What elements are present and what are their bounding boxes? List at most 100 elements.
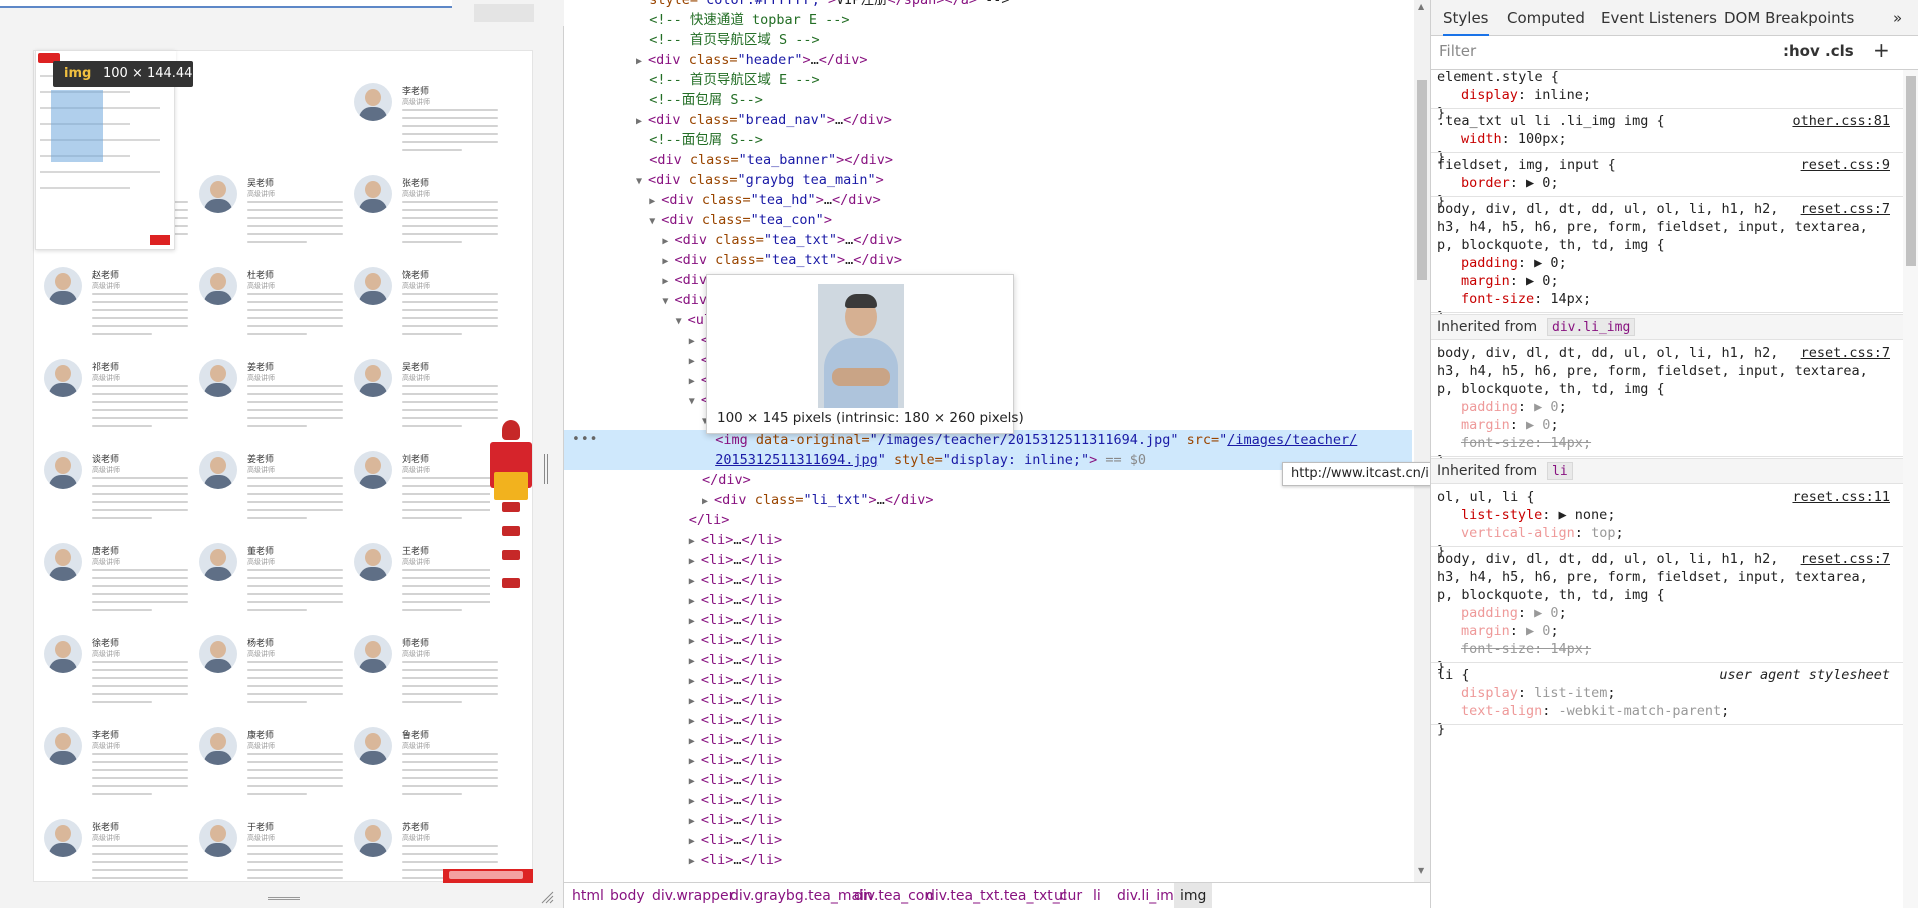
expand-triangle-icon[interactable]: ▶: [636, 116, 648, 127]
styles-scrollbar[interactable]: [1903, 70, 1918, 908]
selected-node-dots[interactable]: •••: [572, 430, 598, 450]
property-name[interactable]: list-style: [1461, 507, 1542, 523]
teacher-card[interactable]: 唐老师 高级讲师: [44, 543, 196, 627]
expand-triangle-icon[interactable]: ▶: [689, 816, 701, 827]
styles-pane[interactable]: Styles Computed Event Listeners DOM Breakpo…: [1430, 0, 1918, 908]
property-name[interactable]: width: [1461, 131, 1502, 147]
expand-triangle-icon[interactable]: ▶: [689, 556, 701, 567]
expand-triangle-icon[interactable]: ▶: [689, 796, 701, 807]
new-rule-icon[interactable]: +: [1873, 38, 1890, 62]
teacher-card[interactable]: 吴老师 高级讲师: [354, 359, 506, 443]
property-value[interactable]: ▶ 0: [1534, 605, 1558, 621]
property-name[interactable]: display: [1461, 87, 1518, 103]
teacher-card[interactable]: 谈老师 高级讲师: [44, 451, 196, 535]
breadcrumb-item[interactable]: img: [1174, 883, 1213, 908]
inherited-selector[interactable]: div.li_img: [1547, 318, 1636, 336]
teacher-card[interactable]: 王老师 高级讲师: [354, 543, 506, 627]
tab-computed[interactable]: Computed: [1507, 0, 1585, 36]
rule-source[interactable]: reset.css:7: [1801, 550, 1890, 568]
expand-triangle-icon[interactable]: ▶: [689, 576, 701, 587]
vertical-resizer[interactable]: [544, 454, 548, 484]
expand-triangle-icon[interactable]: ▶: [689, 356, 701, 367]
property-value[interactable]: 14px: [1550, 435, 1583, 451]
teacher-card[interactable]: 刘老师 高级讲师: [354, 451, 506, 535]
expand-triangle-icon[interactable]: ▶: [689, 716, 701, 727]
property-name[interactable]: border: [1461, 175, 1510, 191]
property-value[interactable]: inline: [1534, 87, 1583, 103]
breadcrumb-item[interactable]: div.li_img: [1117, 883, 1183, 908]
expand-triangle-icon[interactable]: ▶: [662, 256, 674, 267]
scroll-thumb[interactable]: [1417, 80, 1427, 280]
teacher-card[interactable]: 张老师 高级讲师: [44, 819, 196, 881]
breadcrumb-item[interactable]: ul: [1054, 883, 1067, 908]
teacher-card[interactable]: 姜老师 高级讲师: [199, 451, 351, 535]
teacher-card[interactable]: 康老师 高级讲师: [199, 727, 351, 811]
teacher-card[interactable]: 赵老师 高级讲师: [44, 267, 196, 351]
inherited-selector[interactable]: li: [1547, 462, 1573, 480]
property-value[interactable]: ▶ 0: [1534, 255, 1558, 271]
property-name[interactable]: font-size: [1461, 435, 1534, 451]
promo-badge[interactable]: [490, 442, 532, 500]
expand-triangle-icon[interactable]: ▶: [689, 736, 701, 747]
tab-styles[interactable]: Styles: [1443, 0, 1489, 36]
expand-triangle-icon[interactable]: ▶: [689, 336, 701, 347]
floating-side-widget[interactable]: [490, 420, 532, 630]
expand-triangle-icon[interactable]: ▼: [649, 216, 661, 227]
headset-icon[interactable]: [502, 502, 520, 512]
property-name[interactable]: font-size: [1461, 641, 1534, 657]
expand-triangle-icon[interactable]: ▶: [689, 676, 701, 687]
expand-triangle-icon[interactable]: ▶: [702, 496, 714, 507]
teacher-card[interactable]: 杜老师 高级讲师: [199, 267, 351, 351]
property-name[interactable]: font-size: [1461, 291, 1534, 307]
property-value[interactable]: ▶ 0: [1526, 273, 1550, 289]
rule-source[interactable]: reset.css:9: [1801, 156, 1890, 174]
expand-triangle-icon[interactable]: ▶: [689, 696, 701, 707]
property-name[interactable]: padding: [1461, 605, 1518, 621]
expand-triangle-icon[interactable]: ▶: [689, 836, 701, 847]
chat-icon[interactable]: [502, 526, 520, 536]
rule-source[interactable]: other.css:81: [1792, 112, 1890, 130]
teacher-card[interactable]: 徐老师 高级讲师: [44, 635, 196, 719]
scroll-down-icon[interactable]: ▼: [1418, 866, 1424, 875]
tab-dom-breakpoints[interactable]: DOM Breakpoints: [1724, 0, 1854, 36]
breadcrumb-item[interactable]: div.graybg.tea_main: [730, 883, 873, 908]
property-value[interactable]: ▶ 0: [1534, 399, 1558, 415]
expand-triangle-icon[interactable]: ▶: [662, 236, 674, 247]
teacher-card[interactable]: 李老师 高级讲师: [44, 727, 196, 811]
teacher-card[interactable]: 于老师 高级讲师: [199, 819, 351, 881]
property-value[interactable]: top: [1591, 525, 1615, 541]
expand-triangle-icon[interactable]: ▼: [676, 316, 688, 327]
rule-source[interactable]: reset.css:7: [1801, 200, 1890, 218]
expand-triangle-icon[interactable]: ▶: [636, 56, 648, 67]
hov-toggle[interactable]: :hov: [1783, 42, 1820, 60]
expand-triangle-icon[interactable]: ▶: [689, 656, 701, 667]
property-name[interactable]: display: [1461, 685, 1518, 701]
breadcrumb-item[interactable]: html: [572, 883, 604, 908]
teacher-card[interactable]: 饶老师 高级讲师: [354, 267, 506, 351]
breadcrumb-item[interactable]: body: [610, 883, 645, 908]
expand-triangle-icon[interactable]: ▶: [689, 756, 701, 767]
property-name[interactable]: vertical-align: [1461, 525, 1575, 541]
horizontal-resizer[interactable]: [268, 897, 300, 900]
property-value[interactable]: 14px: [1550, 291, 1583, 307]
send-button[interactable]: [150, 235, 170, 245]
more-tabs-icon[interactable]: »: [1893, 0, 1902, 36]
teacher-card[interactable]: 张老师 高级讲师: [354, 175, 506, 259]
breadcrumb-item[interactable]: div.wrapper: [652, 883, 734, 908]
expand-triangle-icon[interactable]: ▶: [689, 856, 701, 867]
property-value[interactable]: -webkit-match-parent: [1559, 703, 1722, 719]
property-value[interactable]: 100px: [1518, 131, 1559, 147]
property-value[interactable]: 14px: [1550, 641, 1583, 657]
expand-triangle-icon[interactable]: ▶: [662, 276, 674, 287]
filter-input[interactable]: Filter: [1439, 42, 1476, 60]
teacher-card[interactable]: 姜老师 高级讲师: [199, 359, 351, 443]
tab-event-listeners[interactable]: Event Listeners: [1601, 0, 1717, 36]
rule-source[interactable]: reset.css:7: [1801, 344, 1890, 362]
cls-toggle[interactable]: .cls: [1825, 42, 1854, 60]
top-icon[interactable]: [502, 578, 520, 588]
expand-triangle-icon[interactable]: ▼: [689, 396, 701, 407]
expand-triangle-icon[interactable]: ▶: [689, 636, 701, 647]
rule-source[interactable]: reset.css:11: [1792, 488, 1890, 506]
teacher-card[interactable]: 李老师 高级讲师: [354, 83, 506, 167]
expand-triangle-icon[interactable]: ▼: [636, 176, 648, 187]
